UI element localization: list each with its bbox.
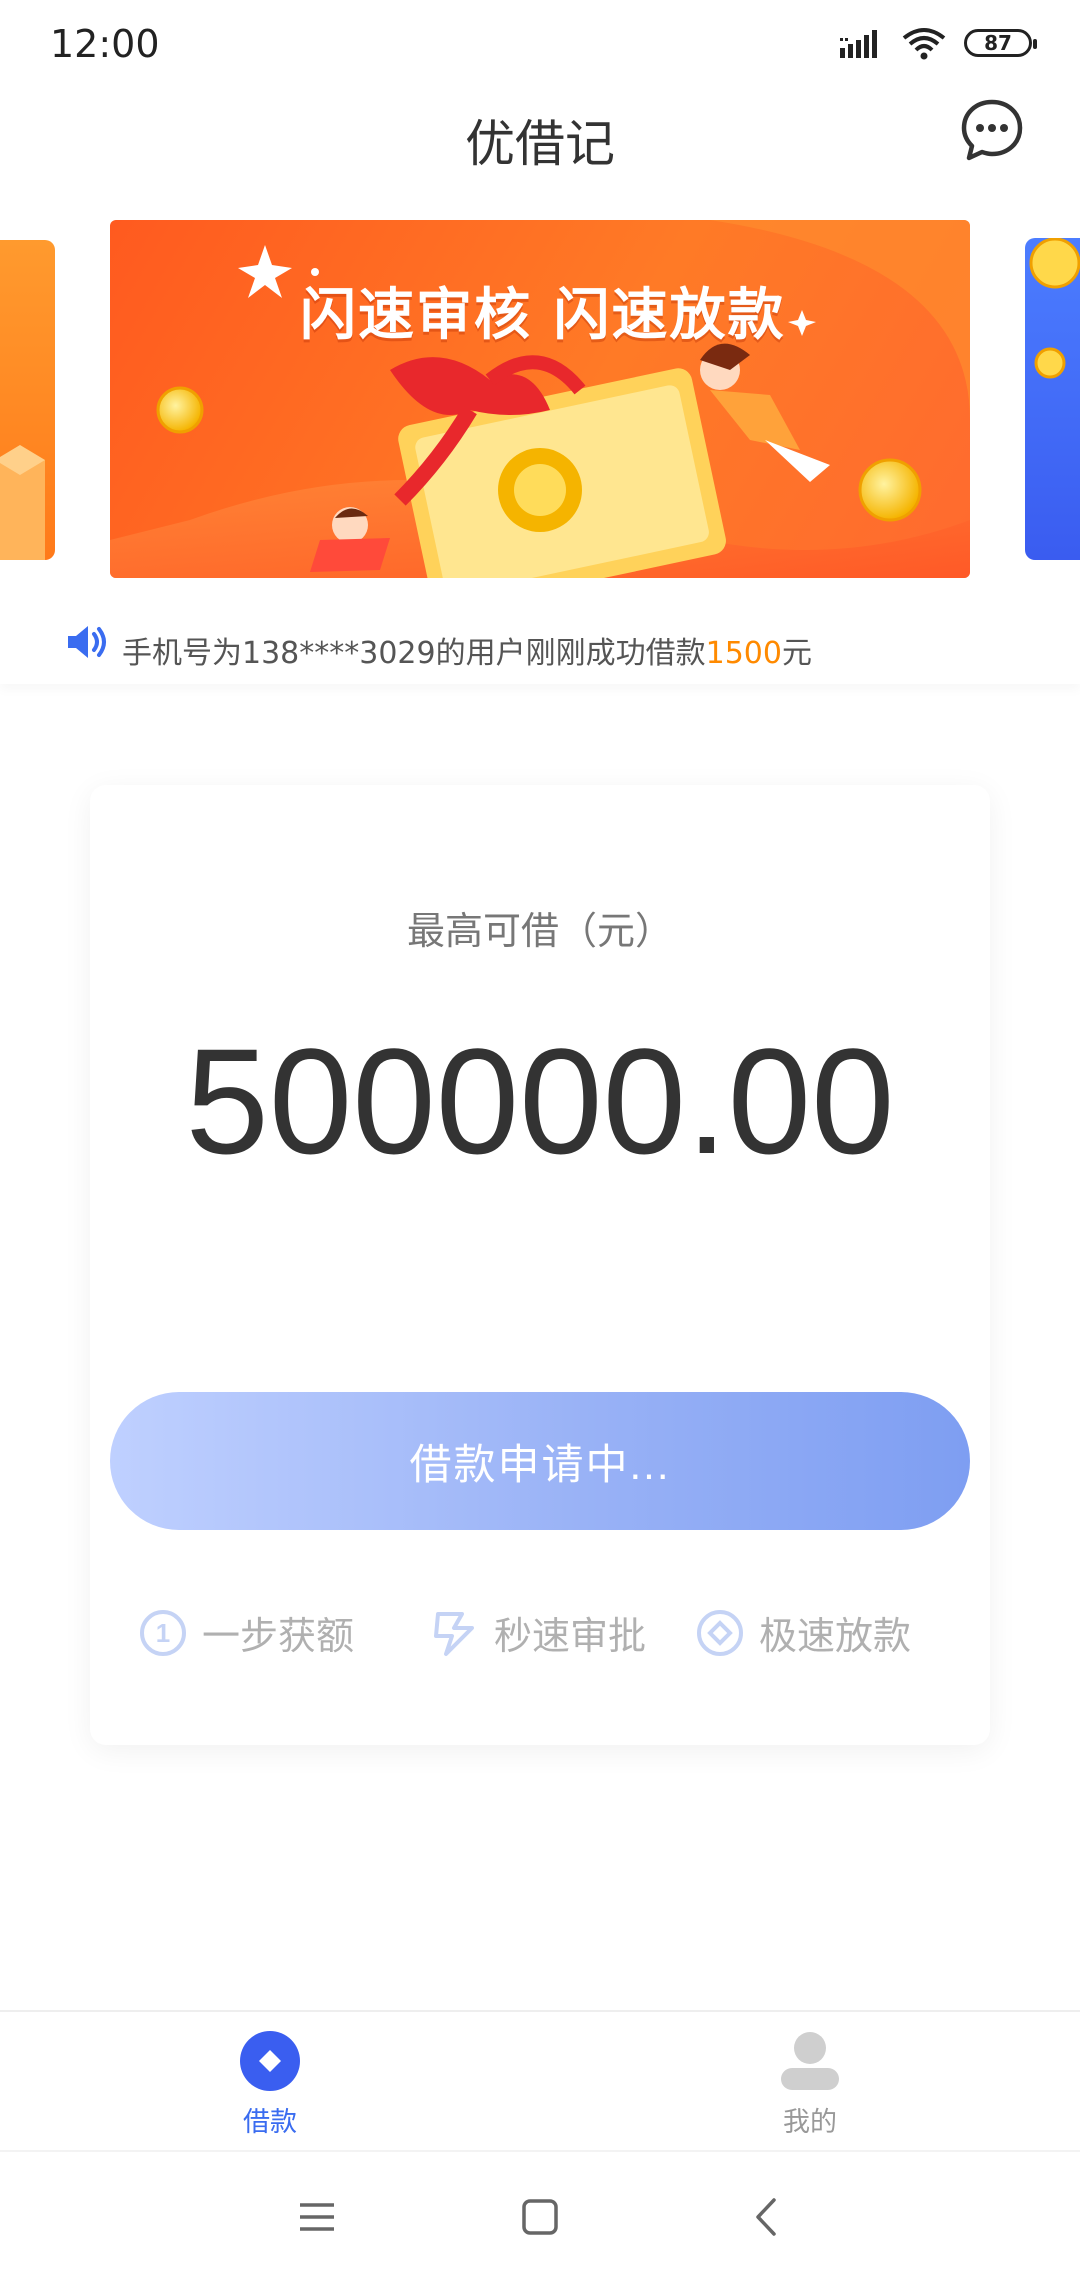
loan-card: 最高可借（元） 500000.00 借款申请中... 1 一步获额 秒速审批 极…	[90, 785, 990, 1745]
status-time: 12:00	[50, 22, 160, 66]
ticker-prefix: 手机号为138****3029的用户刚刚成功借款	[122, 636, 706, 671]
tab-mine[interactable]: 我的	[710, 2030, 910, 2139]
banner-headline: 闪速审核 闪速放款	[300, 283, 786, 348]
loan-tab-icon	[240, 2031, 300, 2091]
feature-item: 极速放款	[695, 1605, 911, 1660]
svg-text:1: 1	[156, 1618, 170, 1648]
feature-item: 秒速审批	[430, 1605, 646, 1660]
feature-list: 1 一步获额 秒速审批 极速放款	[90, 1605, 990, 1665]
apply-loan-button[interactable]: 借款申请中...	[110, 1392, 970, 1530]
tab-mine-label: 我的	[783, 2107, 837, 2138]
tab-loan[interactable]: 借款	[170, 2030, 370, 2139]
app-header: 优借记	[0, 90, 1080, 220]
ticker-message: 手机号为138****3029的用户刚刚成功借款1500元	[122, 628, 812, 672]
system-nav-bar	[0, 2150, 1080, 2280]
feature-label: 极速放款	[759, 1614, 912, 1658]
home-icon[interactable]	[515, 2192, 565, 2242]
wifi-icon	[902, 28, 946, 60]
diamond-icon	[697, 1609, 743, 1656]
ticker-amount: 1500	[705, 636, 782, 671]
banner-prev[interactable]	[0, 240, 55, 560]
promo-banner[interactable]: 闪速审核 闪速放款	[110, 220, 970, 578]
status-bar: 12:00 87	[0, 0, 1080, 90]
max-loan-amount: 500000.00	[185, 1017, 895, 1185]
banner-next-art	[1029, 238, 1080, 379]
announcement-ticker: 手机号为138****3029的用户刚刚成功借款1500元	[0, 588, 1080, 684]
ticker-suffix: 元	[781, 636, 812, 671]
profile-tab-icon	[781, 2032, 839, 2090]
feature-label: 一步获额	[202, 1614, 355, 1658]
menu-icon[interactable]	[292, 2192, 342, 2242]
back-icon[interactable]	[742, 2192, 792, 2242]
chat-bubble-icon[interactable]	[960, 98, 1024, 162]
banner-next[interactable]	[1025, 238, 1080, 560]
battery-icon: 87	[964, 29, 1037, 57]
banner-carousel[interactable]: 闪速审核 闪速放款	[0, 220, 1080, 580]
feature-item: 1 一步获额	[138, 1605, 354, 1660]
bottom-tab-bar: 借款 我的	[0, 2010, 1080, 2150]
number-one-icon: 1	[140, 1609, 186, 1656]
banner-prev-art	[0, 445, 45, 560]
feature-label: 秒速审批	[494, 1614, 647, 1658]
page-title: 优借记	[465, 115, 615, 173]
speaker-icon	[68, 626, 106, 658]
lightning-icon	[434, 1611, 474, 1656]
tab-loan-label: 借款	[243, 2107, 297, 2138]
status-icons: 87	[840, 26, 1037, 60]
max-loan-label: 最高可借（元）	[406, 909, 673, 953]
signal-icon	[840, 30, 877, 58]
